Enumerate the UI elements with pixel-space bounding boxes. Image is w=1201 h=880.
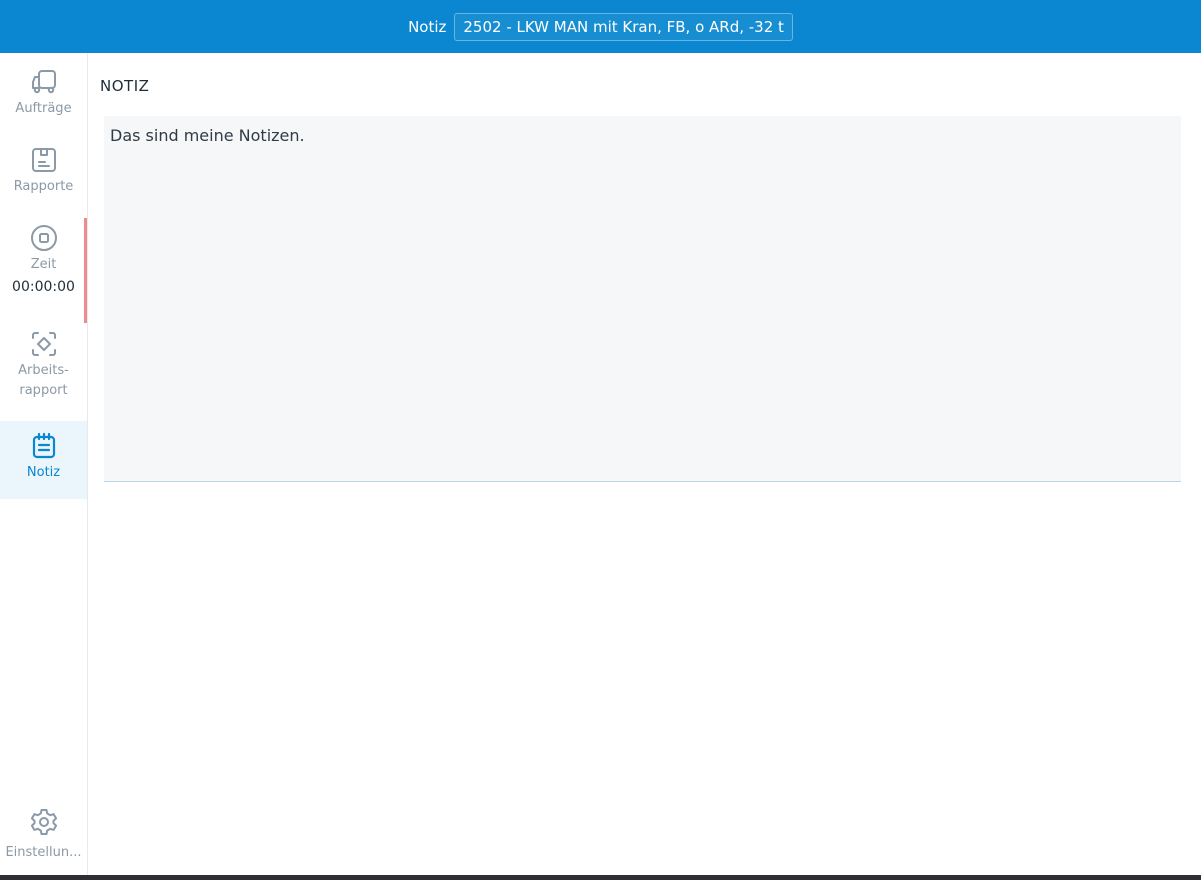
vehicle-selector[interactable]: 2502 - LKW MAN mit Kran, FB, o ARd, -32 … [454, 12, 793, 41]
note-textarea[interactable]: Das sind meine Notizen. [104, 116, 1181, 482]
page-title: Notiz [408, 17, 447, 36]
timer-indicator [84, 218, 87, 323]
sidebar-item-label: Rapporte [13, 179, 74, 194]
top-bar: Notiz 2502 - LKW MAN mit Kran, FB, o ARd… [0, 0, 1201, 53]
sidebar: Aufträge Rapporte Zeit 00:00:00 Arbeits-… [0, 53, 88, 875]
truck-icon [27, 65, 61, 99]
sidebar-item-arbeitsrapport[interactable]: Arbeits- rapport [0, 327, 87, 419]
stop-icon [27, 221, 61, 255]
sidebar-item-notiz[interactable]: Notiz [0, 421, 87, 499]
sidebar-item-rapporte[interactable]: Rapporte [0, 143, 87, 218]
bottom-border [0, 875, 1201, 880]
sidebar-item-auftraege[interactable]: Aufträge [0, 65, 87, 140]
sidebar-item-label: Arbeits- rapport [18, 363, 69, 398]
sidebar-item-zeit[interactable]: Zeit 00:00:00 [0, 221, 87, 321]
timer-value: 00:00:00 [12, 279, 75, 295]
sidebar-item-label: Aufträge [15, 101, 72, 116]
sidebar-item-label: Zeit [30, 257, 57, 272]
report-icon [27, 143, 61, 177]
sidebar-item-settings[interactable]: Einstellun... [0, 805, 87, 875]
notepad-icon [27, 429, 61, 463]
sidebar-item-label: Einstellun... [5, 845, 82, 860]
section-title: NOTIZ [100, 77, 150, 95]
gear-icon [27, 805, 61, 839]
sidebar-item-label: Notiz [26, 465, 61, 480]
main-content: NOTIZ Das sind meine Notizen. [88, 53, 1201, 875]
scan-icon [27, 327, 61, 361]
